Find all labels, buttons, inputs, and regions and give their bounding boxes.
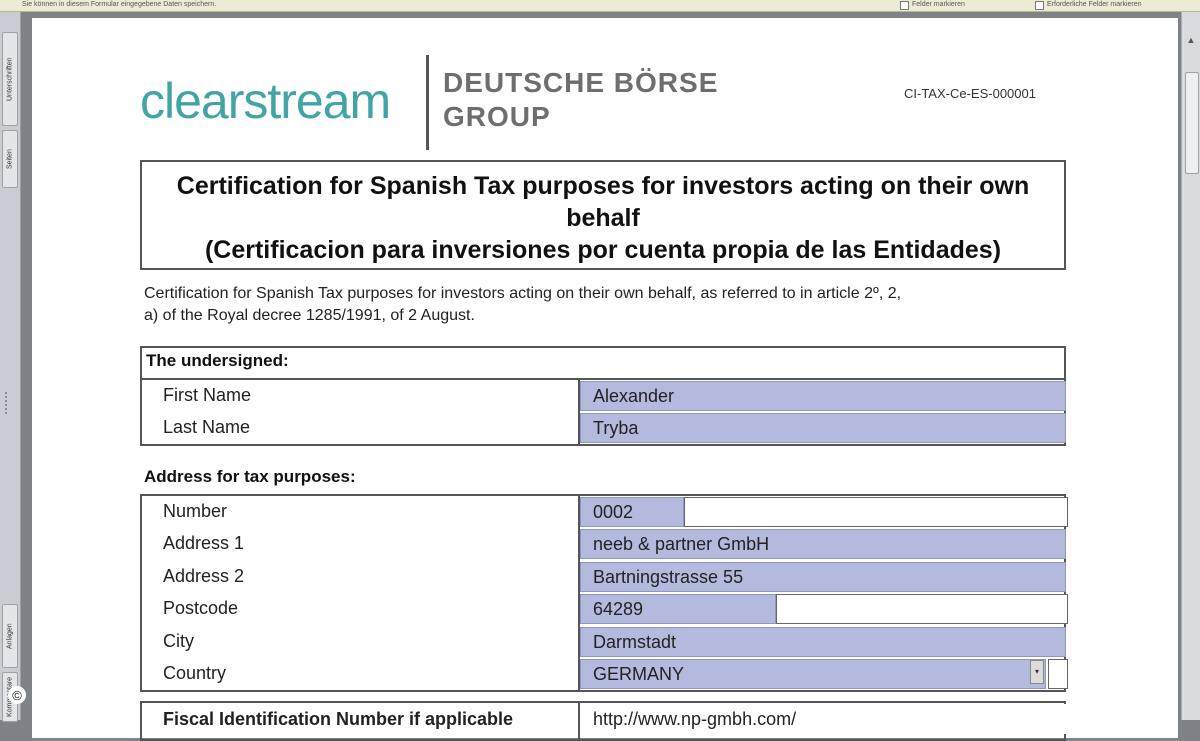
- field-label: Address 1: [163, 533, 245, 553]
- tab-attachments[interactable]: Anlagen: [2, 604, 18, 668]
- form-info-message: Sie können in diesem Formular eingegeben…: [22, 1, 217, 8]
- first-name-field[interactable]: Alexander: [580, 381, 1066, 411]
- number-extra-field[interactable]: [684, 497, 1068, 527]
- last-name-field[interactable]: Tryba: [580, 413, 1066, 443]
- tab-signatures[interactable]: Unterschriften: [2, 32, 18, 126]
- scroll-thumb[interactable]: [1185, 72, 1199, 174]
- copyright-mark: ©: [8, 686, 26, 704]
- country-row: Country GERMANY ▾: [142, 658, 1068, 690]
- address2-row: Address 2 Bartningstrasse 55: [142, 561, 1066, 593]
- checkbox-icon[interactable]: [1035, 0, 1044, 10]
- postcode-row: Postcode 64289: [142, 593, 1068, 625]
- undersigned-section: The undersigned: First Name Alexander La…: [140, 346, 1066, 446]
- address2-field[interactable]: Bartningstrasse 55: [580, 562, 1066, 592]
- city-field[interactable]: Darmstadt: [580, 627, 1066, 657]
- intro-text: Certification for Spanish Tax purposes f…: [144, 285, 902, 324]
- document-reference: CI-TAX-Ce-ES-000001: [904, 86, 1036, 101]
- deutsche-boerse-logo: DEUTSCHE BÖRSE GROUP: [443, 67, 719, 132]
- address1-row: Address 1 neeb & partner GmbH: [142, 528, 1066, 560]
- field-label: Postcode: [163, 598, 239, 618]
- field-label: Country: [163, 663, 227, 683]
- pane-grip-icon[interactable]: [5, 392, 15, 414]
- number-field[interactable]: 0002: [580, 497, 684, 527]
- tab-pages[interactable]: Seiten: [2, 130, 18, 188]
- last-name-row: Last Name Tryba: [142, 412, 1066, 444]
- scroll-up-icon[interactable]: ▲: [1185, 34, 1197, 46]
- postcode-field[interactable]: 64289: [580, 594, 776, 624]
- highlight-required-option[interactable]: Erforderliche Felder markieren: [1035, 0, 1142, 10]
- city-row: City Darmstadt: [142, 626, 1066, 658]
- field-label: Last Name: [163, 417, 251, 437]
- field-label: First Name: [163, 385, 252, 405]
- country-extra-field[interactable]: [1048, 659, 1068, 689]
- highlight-fields-option[interactable]: Felder markieren: [900, 0, 965, 10]
- document-page: clearstream DEUTSCHE BÖRSE GROUP CI-TAX-…: [32, 18, 1178, 741]
- fiscal-id-field[interactable]: http://www.np-gmbh.com/: [580, 704, 1066, 734]
- clearstream-logo: clearstream: [140, 73, 391, 129]
- number-row: Number 0002: [142, 496, 1068, 528]
- navigation-pane: Unterschriften Seiten Anlagen Kommentare: [0, 12, 21, 722]
- field-label: City: [163, 631, 194, 651]
- logo-divider: [426, 55, 429, 150]
- dropdown-arrow-icon[interactable]: ▾: [1030, 660, 1044, 684]
- fiscal-id-row: Fiscal Identification Number if applicab…: [140, 701, 1066, 741]
- form-title: Certification for Spanish Tax purposes f…: [140, 160, 1066, 270]
- section-heading: The undersigned:: [146, 351, 289, 370]
- section-heading: Address for tax purposes:: [144, 467, 356, 486]
- country-select[interactable]: GERMANY: [580, 659, 1046, 689]
- postcode-extra-field[interactable]: [776, 594, 1068, 624]
- first-name-row: First Name Alexander: [142, 380, 1066, 412]
- vertical-scrollbar[interactable]: ▲: [1181, 12, 1200, 720]
- address1-field[interactable]: neeb & partner GmbH: [580, 529, 1066, 559]
- field-label: Address 2: [163, 566, 245, 586]
- form-info-bar: Sie können in diesem Formular eingegeben…: [0, 0, 1200, 12]
- address-section: Number 0002 Address 1 neeb & partner Gmb…: [140, 494, 1068, 692]
- field-label: Number: [163, 501, 228, 521]
- checkbox-icon[interactable]: [900, 0, 909, 10]
